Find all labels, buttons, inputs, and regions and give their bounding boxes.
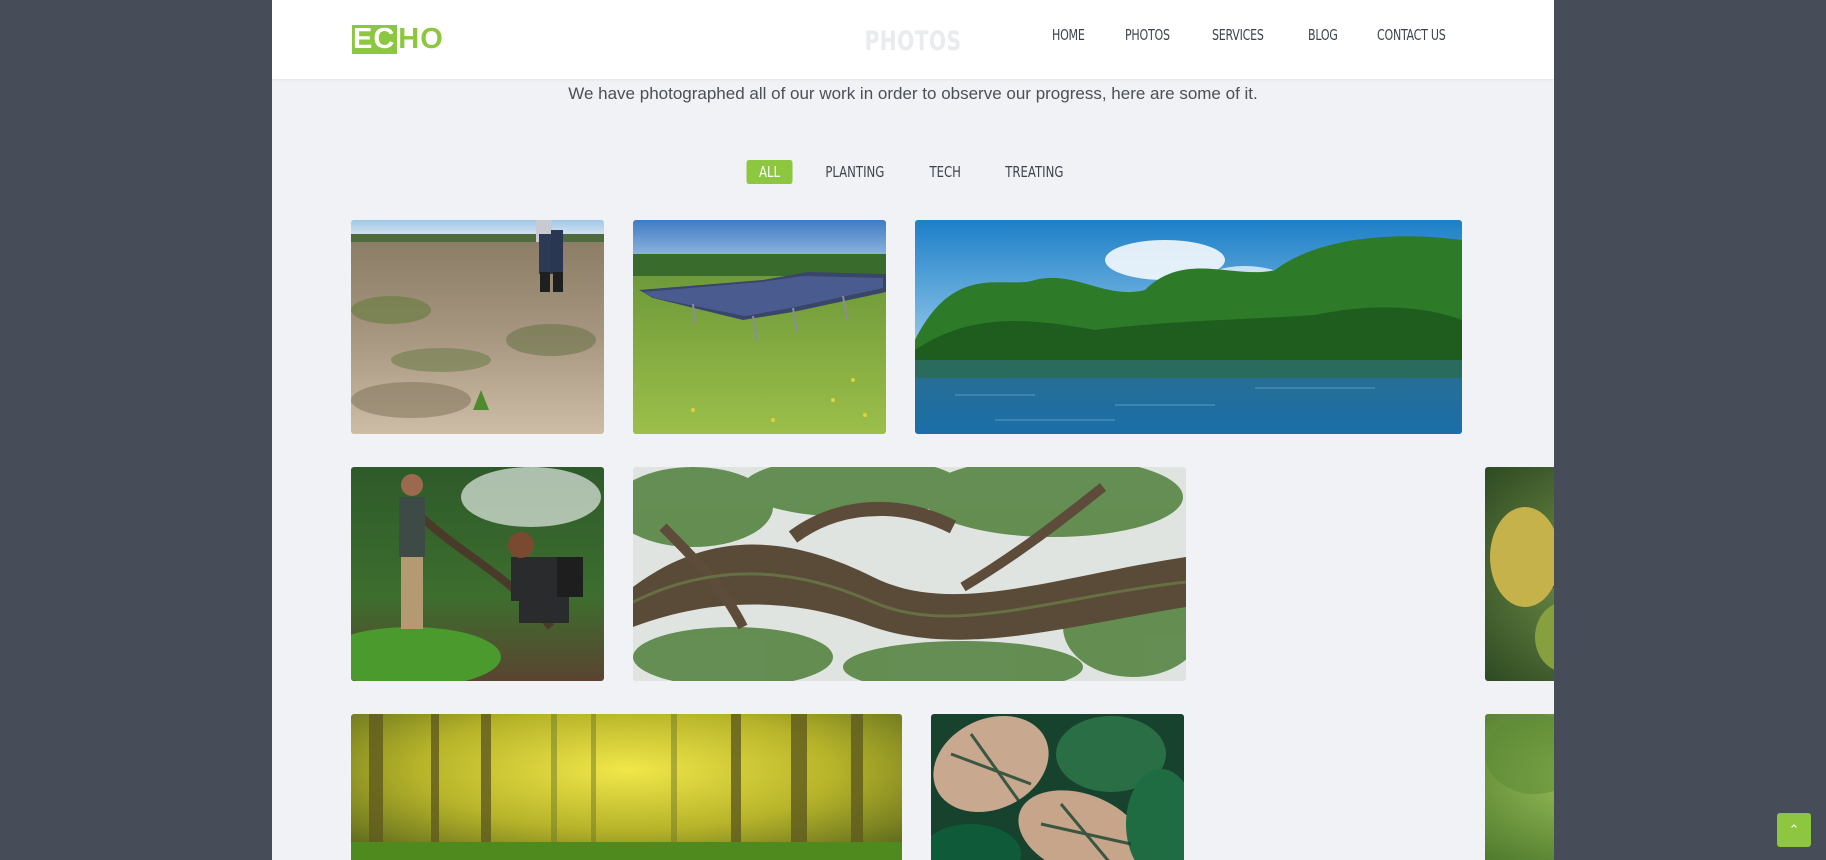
photo-stacked-stones[interactable] (1485, 714, 1554, 860)
photo-people-planting[interactable] (351, 467, 604, 681)
photo-planting-field[interactable] (351, 220, 604, 434)
section-title: PHOTOS (864, 26, 962, 57)
logo-boxed-letters: EC (352, 23, 398, 55)
photo-filters: ALL PLANTING TECH TREATING (272, 160, 1554, 184)
photo-sunlit-forest[interactable] (351, 714, 902, 860)
filter-planting[interactable]: PLANTING (815, 160, 896, 184)
photo-monstera-leaves[interactable] (931, 714, 1184, 860)
section-subtitle: We have photographed all of our work in … (568, 84, 1258, 103)
filter-all[interactable]: ALL (746, 160, 793, 184)
photo-solar-panels[interactable] (633, 220, 886, 434)
chevron-up-icon: ⌃ (1788, 822, 1800, 838)
page-container: EC HO HOME PHOTOS SERVICES BLOG CONTACT … (272, 0, 1554, 860)
photo-tropical-river[interactable] (915, 220, 1462, 434)
filter-tech[interactable]: TECH (918, 160, 971, 184)
photo-spotted-leaves[interactable] (1485, 467, 1554, 681)
echo-logo[interactable]: EC HO (352, 25, 444, 54)
photo-tree-branches[interactable] (633, 467, 1186, 681)
scroll-to-top-button[interactable]: ⌃ (1777, 813, 1811, 847)
filter-treating[interactable]: TREATING (995, 160, 1075, 184)
